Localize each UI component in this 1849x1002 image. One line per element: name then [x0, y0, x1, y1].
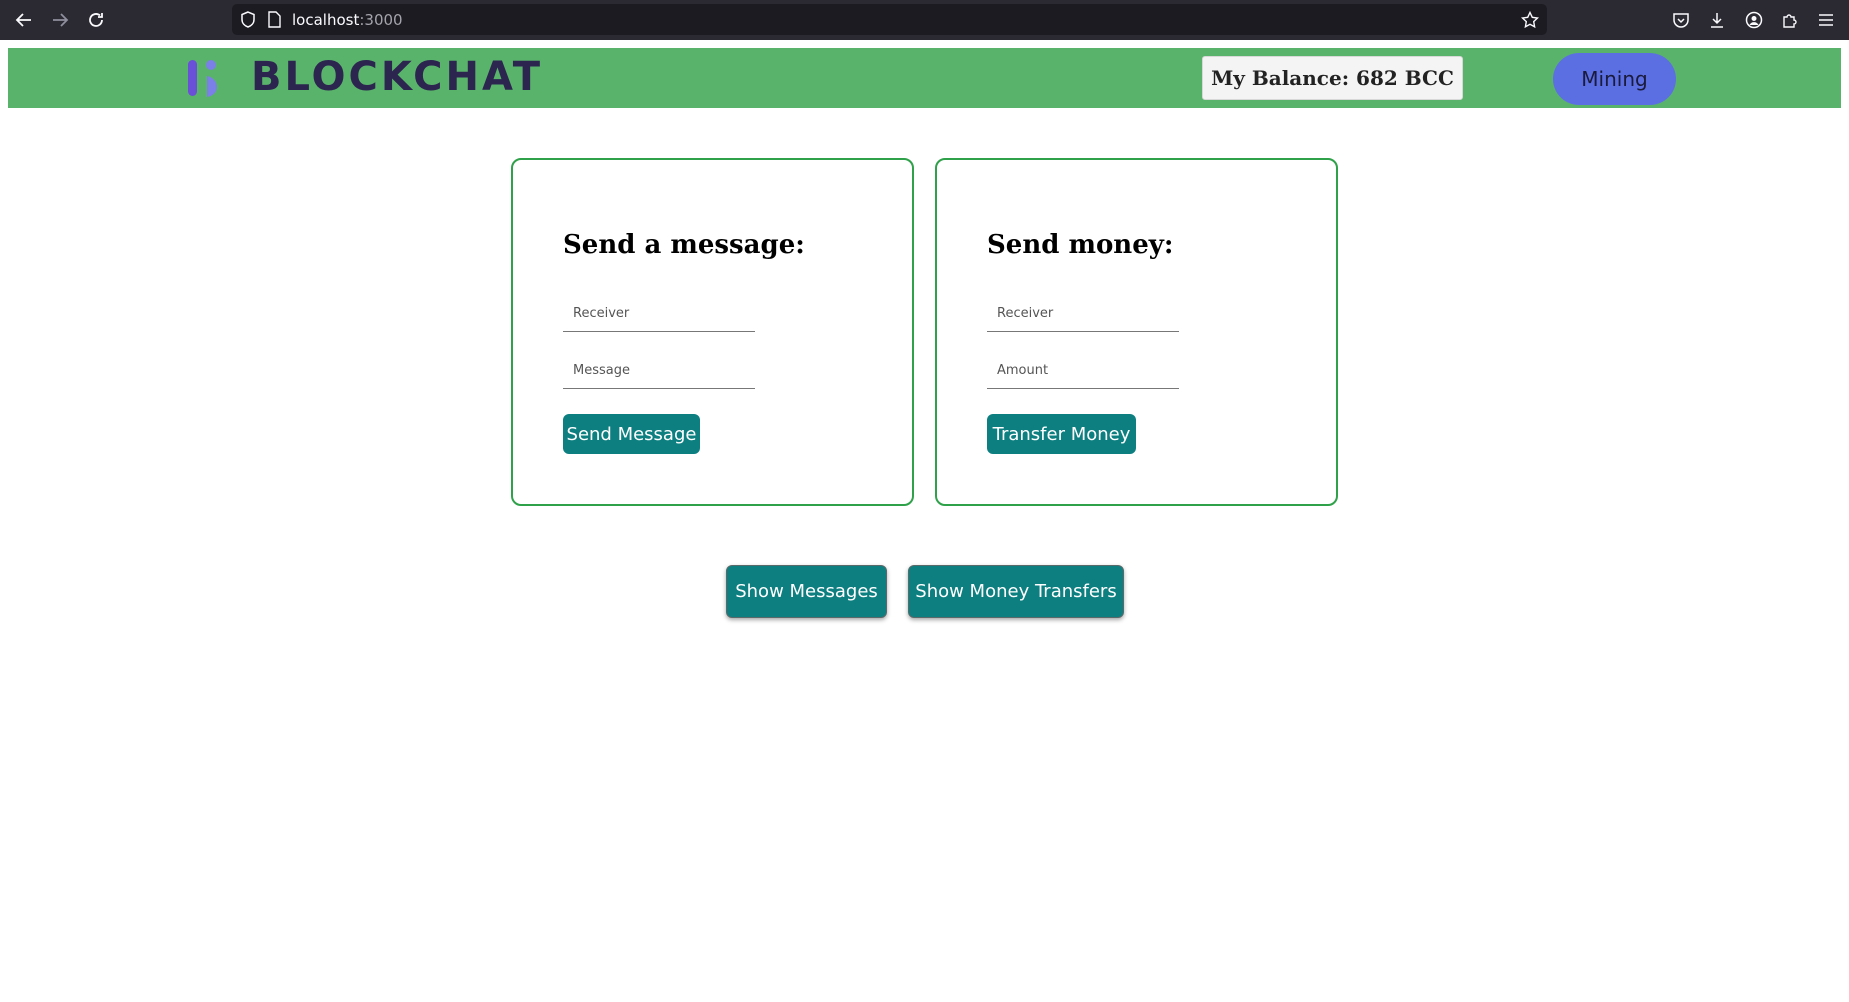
balance-display: My Balance: 682 BCC — [1202, 56, 1463, 100]
send-message-card: Send a message: Send Message — [511, 158, 914, 506]
message-text-input[interactable] — [563, 353, 755, 389]
show-money-transfers-button[interactable]: Show Money Transfers — [908, 565, 1124, 618]
shield-icon[interactable] — [240, 11, 256, 32]
show-messages-button[interactable]: Show Messages — [726, 565, 887, 618]
send-money-card: Send money: Transfer Money — [935, 158, 1338, 506]
amount-input[interactable] — [987, 353, 1179, 389]
send-message-title: Send a message: — [563, 230, 805, 260]
url-bar[interactable]: localhost:3000 — [232, 4, 1547, 35]
menu-icon[interactable] — [1815, 9, 1837, 31]
mining-button[interactable]: Mining — [1553, 53, 1676, 105]
reload-icon[interactable] — [83, 8, 109, 32]
send-money-title: Send money: — [987, 230, 1174, 260]
message-receiver-input[interactable] — [563, 296, 755, 332]
download-icon[interactable] — [1706, 9, 1728, 31]
bookmark-star-icon[interactable] — [1520, 10, 1540, 33]
transfer-money-button[interactable]: Transfer Money — [987, 414, 1136, 454]
brand-name: BLOCKCHAT — [251, 54, 544, 100]
send-message-button[interactable]: Send Message — [563, 414, 700, 454]
browser-toolbar: localhost:3000 — [0, 0, 1849, 40]
forward-icon[interactable] — [47, 8, 73, 32]
extensions-icon[interactable] — [1779, 9, 1801, 31]
money-receiver-input[interactable] — [987, 296, 1179, 332]
blockchat-logo-icon — [180, 56, 226, 104]
app-header: BLOCKCHAT My Balance: 682 BCC Mining — [8, 48, 1841, 108]
url-text: localhost:3000 — [292, 11, 403, 29]
page-icon[interactable] — [267, 11, 281, 32]
pocket-icon[interactable] — [1670, 9, 1692, 31]
back-icon[interactable] — [11, 8, 37, 32]
account-icon[interactable] — [1743, 9, 1765, 31]
